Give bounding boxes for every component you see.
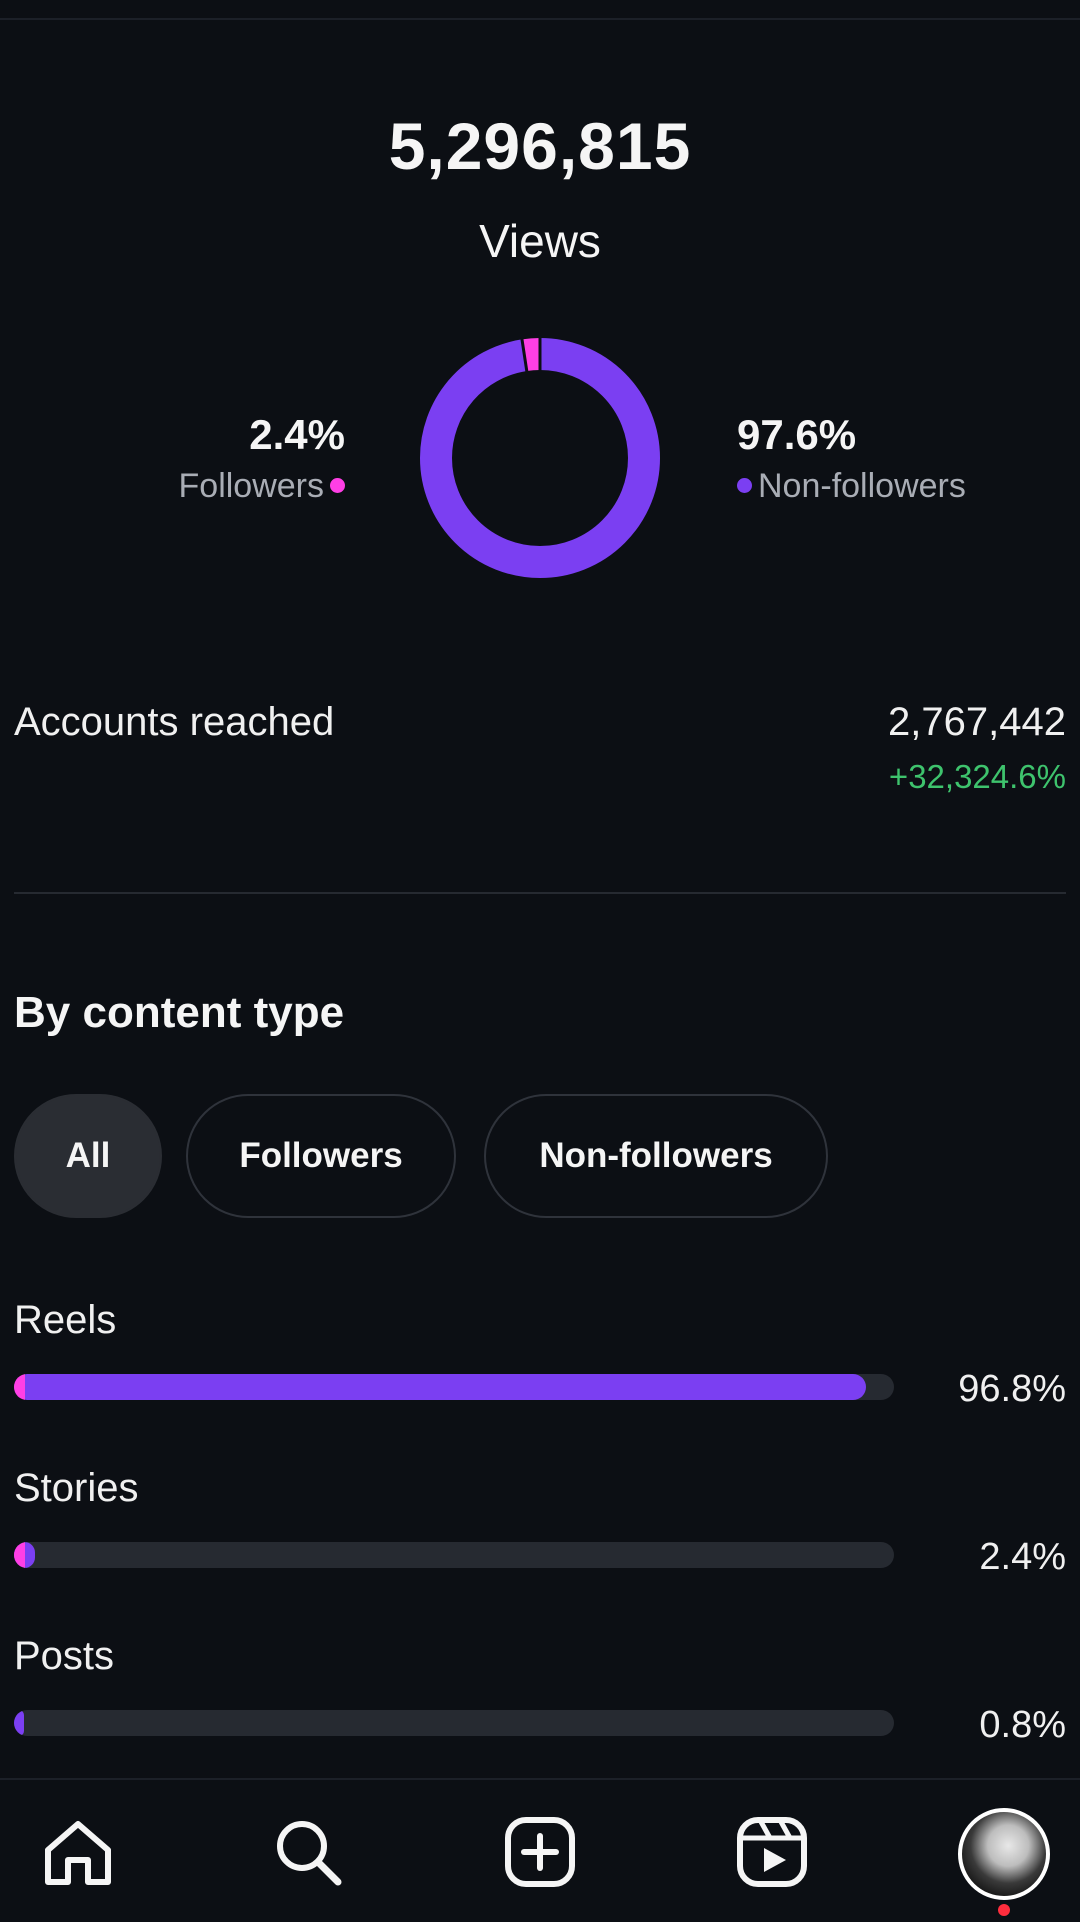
content-row-percent-stories: 2.4% — [979, 1536, 1066, 1578]
content-bar-stories — [14, 1542, 894, 1568]
accounts-reached-change: +32,324.6% — [888, 758, 1066, 795]
content-row-percent-reels: 96.8% — [958, 1368, 1066, 1410]
followers-label: Followers — [178, 467, 324, 505]
reels-icon — [737, 1817, 807, 1887]
non-followers-label: Non-followers — [758, 467, 966, 505]
non-followers-dot — [737, 477, 752, 493]
non-followers-percent: 97.6% — [737, 411, 857, 458]
filter-chip-all[interactable]: All — [14, 1094, 162, 1218]
audience-donut-chart — [420, 336, 660, 578]
content-row-label-posts: Posts — [14, 1634, 115, 1678]
home-icon — [45, 1821, 111, 1885]
non-followers-legend: 97.6% Non-followers — [737, 408, 966, 510]
views-label: Views — [479, 215, 601, 267]
content-bar-reels — [14, 1374, 894, 1400]
followers-percent: 2.4% — [249, 411, 345, 458]
accounts-reached-value: 2,767,442 — [888, 700, 1066, 744]
content-type-title: By content type — [14, 988, 345, 1037]
profile-notification-dot — [998, 1904, 1010, 1916]
followers-dot — [330, 477, 345, 493]
content-row-label-stories: Stories — [14, 1466, 139, 1510]
filter-chip-non-followers[interactable]: Non-followers — [484, 1094, 828, 1218]
content-bar-reels-non-followers — [14, 1374, 866, 1400]
nav-reels[interactable] — [730, 1810, 814, 1894]
views-count: 5,296,815 — [388, 109, 692, 183]
bottom-navigation — [0, 1778, 1080, 1922]
nav-home[interactable] — [36, 1810, 120, 1894]
donut-segment-non-followers — [420, 338, 660, 578]
content-bar-posts-non-followers — [14, 1710, 24, 1736]
content-row-label-reels: Reels — [14, 1298, 117, 1342]
content-row-percent-posts: 0.8% — [979, 1704, 1066, 1746]
section-divider — [14, 892, 1066, 894]
nav-search[interactable] — [266, 1810, 350, 1894]
profile-avatar[interactable] — [958, 1808, 1050, 1900]
search-icon — [277, 1821, 342, 1886]
nav-create[interactable] — [498, 1810, 582, 1894]
top-divider — [0, 18, 1080, 20]
content-bar-posts — [14, 1710, 894, 1736]
content-bar-reels-followers — [14, 1374, 25, 1400]
followers-legend: 2.4% Followers — [179, 408, 345, 510]
filter-chip-followers[interactable]: Followers — [186, 1094, 456, 1218]
accounts-reached-label: Accounts reached — [14, 700, 335, 744]
create-icon — [505, 1817, 575, 1887]
